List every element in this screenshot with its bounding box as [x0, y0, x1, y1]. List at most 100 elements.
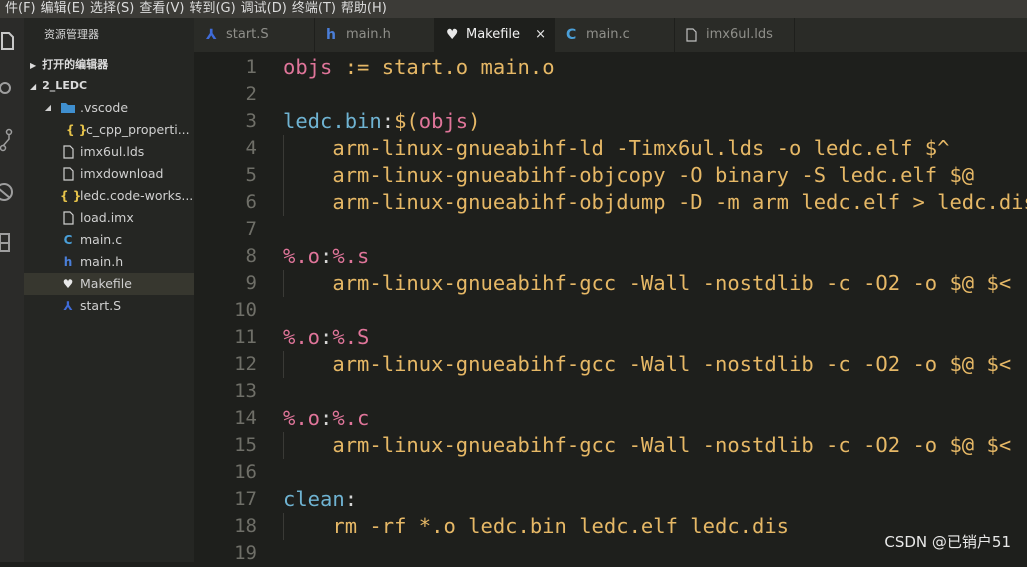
chevron-down-icon: ◢: [44, 103, 52, 112]
explorer-item[interactable]: { } ledc.code-works...: [24, 185, 194, 207]
line-number: 17: [234, 488, 257, 510]
explorer-item[interactable]: { } c_cpp_properti...: [24, 119, 194, 141]
menu-item-7[interactable]: 帮助(H): [329, 0, 387, 17]
code-token: arm-linux-gnueabihf-gcc -Wall -nostdlib …: [283, 352, 1012, 376]
code-line[interactable]: 15 arm-linux-gnueabihf-gcc -Wall -nostdl…: [194, 432, 1027, 459]
code-line[interactable]: 10: [194, 297, 1027, 324]
file-icon: [60, 141, 76, 163]
explorer-item[interactable]: imxdownload: [24, 163, 194, 185]
explorer-icon[interactable]: [0, 30, 14, 50]
open-editors-section[interactable]: ▶ 打开的编辑器: [30, 56, 108, 72]
code-text: arm-linux-gnueabihf-objdump -D -m arm le…: [283, 189, 1027, 216]
menu-item-5[interactable]: 调试(D): [229, 0, 287, 17]
code-line[interactable]: 4 arm-linux-gnueabihf-ld -Timx6ul.lds -o…: [194, 135, 1027, 162]
code-token: :: [344, 487, 358, 511]
asm-file-icon: ⅄: [206, 27, 217, 43]
code-token: ): [468, 109, 481, 133]
code-text: clean:: [283, 486, 357, 513]
menu-item-2[interactable]: 选择(S): [78, 0, 134, 17]
explorer-item[interactable]: ◢ .vscode: [24, 97, 194, 119]
line-number: 6: [245, 191, 257, 213]
explorer-item[interactable]: h main.h: [24, 251, 194, 273]
code-line[interactable]: 14 %.o:%.c: [194, 405, 1027, 432]
code-line[interactable]: 6 arm-linux-gnueabihf-objdump -D -m arm …: [194, 189, 1027, 216]
code-text: arm-linux-gnueabihf-ld -Timx6ul.lds -o l…: [283, 135, 949, 162]
code-text: objs := start.o main.o: [283, 54, 555, 81]
explorer-item-label: Makefile: [80, 276, 132, 291]
line-number: 18: [234, 515, 257, 537]
code-line[interactable]: 1 objs := start.o main.o: [194, 54, 1027, 81]
menu-item-1[interactable]: 编辑(E): [29, 0, 85, 17]
explorer-item-label: load.imx: [80, 210, 134, 225]
line-number: 10: [234, 299, 257, 321]
code-line[interactable]: 12 arm-linux-gnueabihf-gcc -Wall -nostdl…: [194, 351, 1027, 378]
code-text: %.o:%.s: [283, 243, 369, 270]
explorer-item[interactable]: ♥ Makefile: [24, 273, 194, 295]
close-icon[interactable]: ×: [535, 18, 546, 52]
folder-icon: [60, 97, 76, 119]
code-line[interactable]: 13: [194, 378, 1027, 405]
tab-imx6ul-lds[interactable]: imx6ul.lds: [674, 18, 795, 52]
code-token: := start.o main.o: [332, 55, 555, 79]
code-token: clean: [283, 487, 345, 511]
line-number: 9: [245, 272, 257, 294]
line-number: 13: [234, 380, 257, 402]
code-line[interactable]: 9 arm-linux-gnueabihf-gcc -Wall -nostdli…: [194, 270, 1027, 297]
code-line[interactable]: 16: [194, 459, 1027, 486]
code-token: :: [320, 406, 333, 430]
code-token: arm-linux-gnueabihf-objdump -D -m arm le…: [283, 190, 1027, 214]
json-icon: { }: [66, 123, 88, 137]
explorer-item[interactable]: Cmain.c: [24, 229, 194, 251]
code-token: objs: [418, 109, 469, 133]
code-token: objs: [283, 55, 333, 79]
source-control-icon[interactable]: [0, 128, 14, 152]
menu-item-6[interactable]: 终端(T): [280, 0, 336, 17]
tab-main-c[interactable]: Cmain.c: [554, 18, 675, 52]
file-icon: [60, 207, 76, 229]
indent-guide: [283, 270, 284, 297]
code-token: arm-linux-gnueabihf-gcc -Wall -nostdlib …: [283, 433, 1012, 457]
code-line[interactable]: 3 ledc.bin:$(objs): [194, 108, 1027, 135]
c-file-icon: C: [63, 233, 73, 247]
code-line[interactable]: 7: [194, 216, 1027, 243]
explorer-item-label: ledc.code-works...: [80, 188, 194, 203]
code-line[interactable]: 8 %.o:%.s: [194, 243, 1027, 270]
code-line[interactable]: 2: [194, 81, 1027, 108]
code-line[interactable]: 5 arm-linux-gnueabihf-objcopy -O binary …: [194, 162, 1027, 189]
folder-section[interactable]: ◢ 2_LEDC: [30, 79, 87, 92]
explorer-item-label: start.S: [80, 298, 122, 313]
menu-item-4[interactable]: 转到(G): [177, 0, 235, 17]
code-token: :: [381, 109, 395, 133]
code-token: rm -rf *.o ledc.bin ledc.elf ledc.dis: [283, 514, 790, 538]
explorer-sidebar: 资源管理器 ▶ 打开的编辑器 ◢ 2_LEDC ◢ .vscode{ } c_cpp_p…: [24, 18, 194, 562]
tab-makefile[interactable]: ♥ Makefile ×: [434, 18, 555, 52]
tab-main-h[interactable]: h main.h: [314, 18, 435, 52]
explorer-item-label: imxdownload: [80, 166, 164, 181]
search-icon[interactable]: [0, 80, 14, 100]
code-line[interactable]: 17 clean:: [194, 486, 1027, 513]
explorer-item[interactable]: load.imx: [24, 207, 194, 229]
code-token: :: [320, 325, 333, 349]
asm-file-icon: ⅄: [63, 299, 73, 313]
explorer-item-label: main.h: [80, 254, 124, 269]
makefile-icon: ♥: [62, 277, 74, 291]
line-number: 5: [245, 164, 257, 186]
explorer-item-label: .vscode: [80, 100, 129, 115]
debug-icon[interactable]: [0, 180, 14, 201]
code-text: rm -rf *.o ledc.bin ledc.elf ledc.dis: [283, 513, 789, 540]
explorer-item[interactable]: imx6ul.lds: [24, 141, 194, 163]
code-editor[interactable]: 1 objs := start.o main.o 2 3 ledc.bin:$(objs…: [194, 52, 1027, 564]
chevron-right-icon: ▶: [30, 61, 37, 70]
line-number: 14: [234, 407, 257, 429]
tab-start-s[interactable]: ⅄ start.S: [194, 18, 315, 52]
open-editors-label: 打开的编辑器: [42, 58, 109, 71]
extensions-icon[interactable]: [0, 230, 14, 252]
chevron-down-icon: ◢: [30, 82, 37, 91]
menu-item-3[interactable]: 查看(V): [127, 0, 184, 17]
json-icon: { }: [60, 189, 82, 203]
explorer-item-label: imx6ul.lds: [80, 144, 145, 159]
h-file-icon: h: [63, 255, 73, 269]
code-token: arm-linux-gnueabihf-ld -Timx6ul.lds -o l…: [283, 136, 950, 160]
code-line[interactable]: 11 %.o:%.S: [194, 324, 1027, 351]
explorer-item[interactable]: ⅄ start.S: [24, 295, 194, 317]
